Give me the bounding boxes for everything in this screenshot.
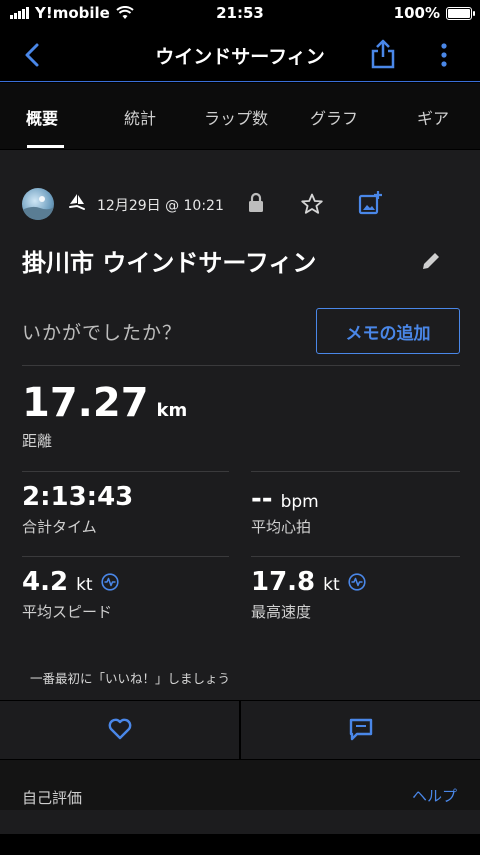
active-tab-indicator xyxy=(27,145,64,148)
distance-label: 距離 xyxy=(22,432,53,450)
add-memo-button[interactable]: メモの追加 xyxy=(316,308,460,354)
total-time-label: 合計タイム xyxy=(22,518,97,536)
divider xyxy=(239,701,241,760)
edit-pencil-icon[interactable] xyxy=(420,250,442,272)
share-icon[interactable] xyxy=(368,38,398,70)
nav-bar: ウインドサーフィン xyxy=(0,28,480,82)
avg-hr-value: -- xyxy=(251,484,273,514)
windsurf-activity-icon xyxy=(69,194,85,210)
action-bar xyxy=(0,700,480,760)
comment-icon[interactable] xyxy=(348,717,374,743)
avg-speed-value: 4.2 xyxy=(22,567,69,597)
like-prompt: 一番最初に「いいね！」しましょう xyxy=(30,671,231,686)
avg-speed-unit: kt xyxy=(76,575,93,595)
max-speed-value: 17.8 xyxy=(251,567,316,597)
add-photo-icon[interactable] xyxy=(357,190,383,216)
avatar[interactable] xyxy=(22,188,54,220)
avg-speed-label: 平均スピード xyxy=(22,603,113,621)
divider xyxy=(22,365,460,366)
total-time-stat: 2:13:43 xyxy=(22,482,133,512)
avg-hr-label: 平均心拍 xyxy=(251,518,312,536)
help-link[interactable]: ヘルプ xyxy=(412,785,457,806)
total-time-value: 2:13:43 xyxy=(22,482,134,512)
max-speed-unit: kt xyxy=(323,575,340,595)
status-bar: Y!mobile 21:53 100% xyxy=(0,0,480,28)
avg-hr-unit: bpm xyxy=(280,492,319,512)
more-options-icon[interactable] xyxy=(432,40,456,70)
battery-status: 100% xyxy=(393,4,475,22)
max-speed-label: 最高速度 xyxy=(251,603,312,621)
tab-graph[interactable]: グラフ xyxy=(310,105,358,129)
divider xyxy=(22,556,229,557)
activity-title: 掛川市 ウインドサーフィン xyxy=(22,249,317,277)
activity-date: 12月29日 @ 10:21 xyxy=(97,198,224,214)
tab-laps[interactable]: ラップ数 xyxy=(204,105,268,129)
distance-stat: 17.27 km xyxy=(22,380,187,426)
avg-hr-stat: -- bpm xyxy=(251,484,319,514)
tab-overview[interactable]: 概要 xyxy=(26,105,58,129)
feedback-question: いかがでしたか？ xyxy=(22,322,183,344)
battery-icon xyxy=(446,6,475,20)
tab-bar: 概要 統計 ラップ数 グラフ ギア xyxy=(0,83,480,149)
divider xyxy=(251,471,460,472)
self-evaluation-section: 自己評価 ヘルプ xyxy=(0,760,480,810)
self-evaluation-title: 自己評価 xyxy=(22,789,83,807)
avg-speed-stat: 4.2 kt xyxy=(22,567,119,597)
divider xyxy=(22,471,229,472)
divider xyxy=(251,556,460,557)
bottom-card-strip xyxy=(0,810,480,834)
distance-unit: km xyxy=(156,400,188,421)
lock-icon[interactable] xyxy=(246,192,266,214)
page-title: ウインドサーフィン xyxy=(155,46,325,68)
max-speed-info-icon[interactable] xyxy=(348,573,366,591)
max-speed-stat: 17.8 kt xyxy=(251,567,366,597)
distance-value: 17.27 xyxy=(22,380,149,426)
tab-gear[interactable]: ギア xyxy=(417,105,449,129)
like-heart-icon[interactable] xyxy=(107,717,133,741)
star-icon[interactable] xyxy=(300,192,324,216)
speed-info-icon[interactable] xyxy=(100,573,119,591)
battery-percent: 100% xyxy=(393,4,440,22)
tab-stats[interactable]: 統計 xyxy=(124,105,156,129)
